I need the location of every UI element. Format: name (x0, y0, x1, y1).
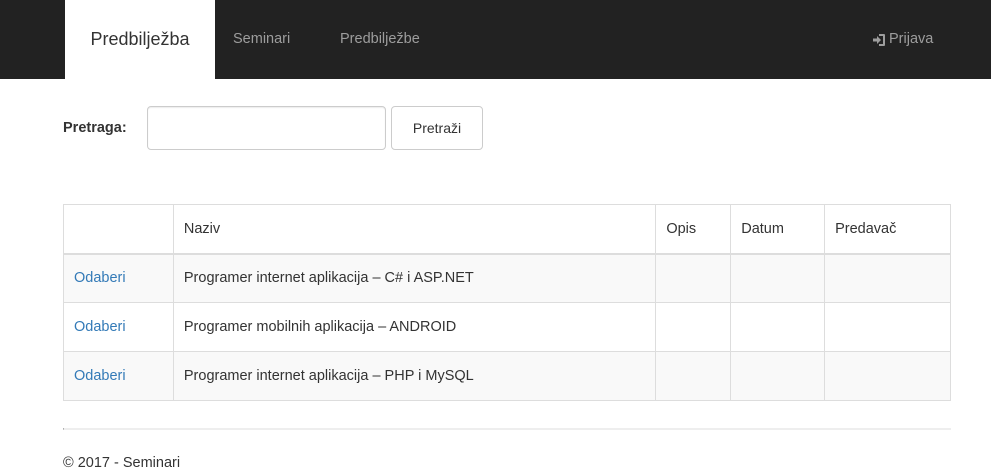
header-datum: Datum (730, 204, 826, 255)
row-predavac (824, 351, 951, 401)
row-naziv: Programer internet aplikacija – C# i ASP… (172, 253, 657, 303)
search-button[interactable]: Pretraži (391, 106, 483, 150)
select-link[interactable]: Odaberi (74, 270, 126, 286)
row-datum (730, 253, 826, 303)
footer-copyright: © 2017 - Seminari (63, 455, 181, 471)
row-predavac (824, 253, 951, 303)
select-link[interactable]: Odaberi (74, 368, 126, 384)
login-link[interactable]: Prijava (872, 0, 933, 79)
row-predavac (824, 302, 951, 352)
table-row: Odaberi Programer mobilnih aplikacija – … (63, 302, 951, 352)
header-action (63, 204, 174, 255)
row-opis (655, 302, 732, 352)
header-opis: Opis (655, 204, 732, 255)
header-predavac: Predavač (824, 204, 951, 255)
log-in-icon (872, 33, 886, 47)
seminars-table: Naziv Opis Datum Predavač Odaberi Progra… (63, 204, 951, 401)
row-opis (655, 351, 732, 401)
top-navbar: Predbilježba Seminari Predbilježbe Prija… (0, 0, 991, 79)
nav-link-seminari[interactable]: Seminari (233, 0, 290, 79)
search-label: Pretraga: (63, 120, 127, 136)
row-naziv: Programer internet aplikacija – PHP i My… (172, 351, 657, 401)
table-header-row: Naziv Opis Datum Predavač (63, 204, 951, 255)
table-row: Odaberi Programer internet aplikacija – … (63, 351, 951, 401)
row-datum (730, 351, 826, 401)
login-label: Prijava (889, 31, 934, 47)
row-action-cell: Odaberi (63, 351, 174, 401)
select-link[interactable]: Odaberi (74, 319, 126, 335)
footer-divider (63, 428, 951, 430)
row-action-cell: Odaberi (63, 302, 174, 352)
nav-link-predbiljezbe[interactable]: Predbilježbe (340, 0, 420, 79)
search-input[interactable] (147, 106, 386, 150)
row-action-cell: Odaberi (63, 253, 174, 303)
row-datum (730, 302, 826, 352)
table-row: Odaberi Programer internet aplikacija – … (63, 253, 951, 303)
row-naziv: Programer mobilnih aplikacija – ANDROID (172, 302, 657, 352)
brand-link[interactable]: Predbilježba (65, 0, 215, 79)
row-opis (655, 253, 732, 303)
header-naziv: Naziv (172, 204, 657, 255)
